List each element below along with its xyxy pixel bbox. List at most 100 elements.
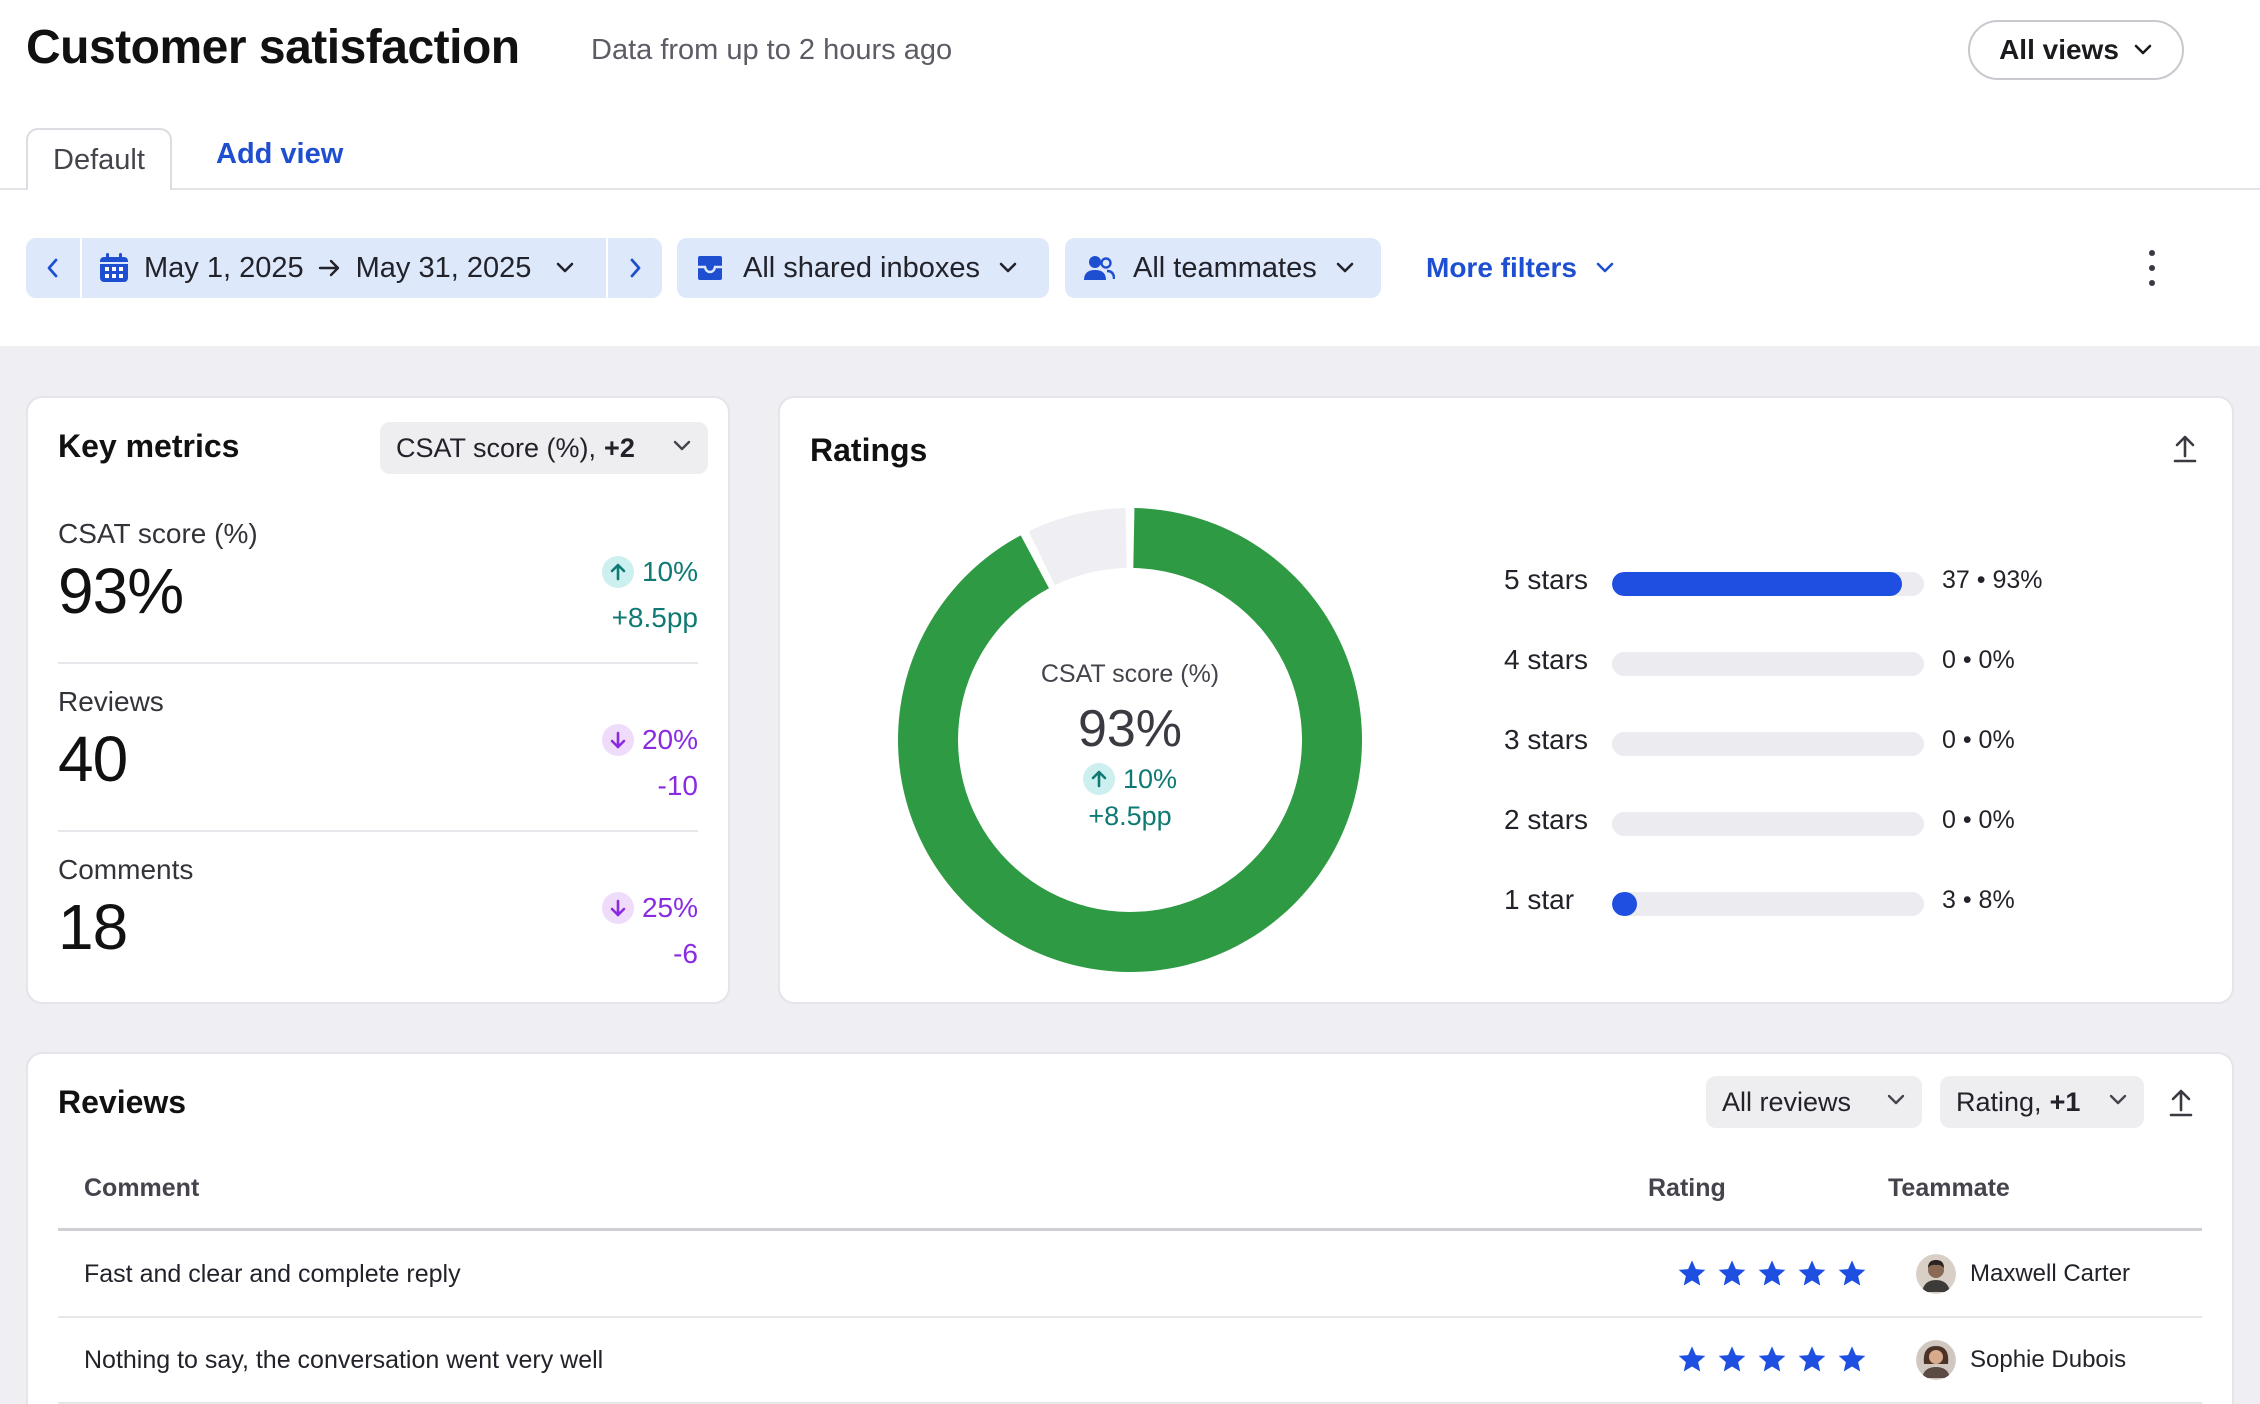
donut-delta: 10% xyxy=(1082,763,1178,795)
rating-label: 2 stars xyxy=(1504,804,1589,835)
star-icon xyxy=(1716,1344,1748,1381)
star-icon xyxy=(1836,1258,1868,1295)
metric-value: 40 xyxy=(58,723,128,795)
previous-period-button[interactable] xyxy=(26,238,80,298)
export-icon[interactable] xyxy=(2172,434,2198,464)
star-icon xyxy=(1756,1344,1788,1381)
teammate-name: Maxwell Carter xyxy=(1970,1260,2131,1287)
calendar-icon xyxy=(100,253,128,282)
column-header-rating[interactable]: Rating xyxy=(1648,1174,1726,1203)
teammate-cell: Maxwell Carter xyxy=(1916,1254,2130,1294)
star-icon xyxy=(1836,1344,1868,1381)
arrow-up-icon xyxy=(1082,763,1115,795)
metric-delta: 10% xyxy=(601,556,698,588)
key-metrics-title: Key metrics xyxy=(58,428,240,464)
metric-delta: 25% xyxy=(601,892,698,924)
avatar xyxy=(1916,1254,1956,1294)
star-icon xyxy=(1796,1258,1828,1295)
inbox-icon xyxy=(698,256,722,280)
metrics-selector[interactable]: CSAT score (%), +2 xyxy=(380,422,708,474)
people-icon xyxy=(1084,256,1115,280)
metric-reviews: Reviews 40 20% -10 xyxy=(58,686,698,836)
rating-row-2: 2 stars 0 • 0% xyxy=(1504,802,2124,842)
more-filters-label: More filters xyxy=(1426,252,1577,283)
review-comment: Nothing to say, the conversation went ve… xyxy=(84,1346,604,1374)
table-row[interactable]: Nothing to say, the conversation went ve… xyxy=(58,1318,2202,1404)
star-icon xyxy=(1756,1258,1788,1295)
donut-center: CSAT score (%) 93% 10% +8.5pp xyxy=(898,508,1362,972)
teammates-filter-label: All teammates xyxy=(1133,251,1317,284)
metric-delta: 20% xyxy=(601,724,698,756)
rating-row-1: 1 star 3 • 8% xyxy=(1504,882,2124,922)
column-header-teammate[interactable]: Teammate xyxy=(1888,1174,2010,1203)
metric-value: 93% xyxy=(58,555,184,627)
donut-value: 93% xyxy=(1077,700,1183,758)
tab-default[interactable]: Default xyxy=(26,128,172,190)
donut-label: CSAT score (%) xyxy=(1040,660,1220,688)
chevron-left-icon xyxy=(47,258,58,278)
donut-delta-abs: +8.5pp xyxy=(1088,801,1172,831)
reviews-sort-label: Rating, xyxy=(1956,1086,2042,1117)
rating-value: 0 • 0% xyxy=(1942,726,2015,754)
rating-label: 5 stars xyxy=(1504,564,1589,595)
rating-bar-fill xyxy=(1612,572,1903,596)
metric-divider xyxy=(58,830,698,832)
reviews-sort-select[interactable]: Rating, +1 xyxy=(1940,1076,2144,1128)
rating-bar-track xyxy=(1612,892,1924,916)
teammates-filter[interactable]: All teammates xyxy=(1065,238,1381,298)
tabs-divider xyxy=(0,188,2260,190)
rating-value: 0 • 0% xyxy=(1942,646,2015,674)
tab-add-view[interactable]: Add view xyxy=(216,138,343,171)
chevron-down-icon xyxy=(2134,44,2152,55)
rating-value: 37 • 93% xyxy=(1942,566,2043,594)
arrow-down-icon xyxy=(601,892,634,924)
all-views-button[interactable]: All views xyxy=(1968,20,2184,80)
next-period-button[interactable] xyxy=(608,238,662,298)
reviews-card: Reviews All reviews Rating, +1 Comment R… xyxy=(26,1052,2234,1404)
metric-delta-abs: -10 xyxy=(657,770,698,801)
metric-csat: CSAT score (%) 93% 10% +8.5pp xyxy=(58,518,698,668)
chevron-down-icon xyxy=(1336,262,1354,273)
metric-delta-value: 10% xyxy=(641,556,698,587)
table-header-divider xyxy=(58,1228,2202,1231)
rating-label: 3 stars xyxy=(1504,724,1589,755)
rating-label: 1 star xyxy=(1504,884,1575,915)
chevron-down-icon xyxy=(1596,262,1614,273)
rating-row-4: 4 stars 0 • 0% xyxy=(1504,642,2124,682)
arrow-right-icon xyxy=(318,259,339,277)
inbox-filter[interactable]: All shared inboxes xyxy=(677,238,1049,298)
chevron-right-icon xyxy=(630,258,641,278)
arrow-up-icon xyxy=(601,556,634,588)
reviews-filter-select[interactable]: All reviews xyxy=(1706,1076,1922,1128)
metric-delta-value: 20% xyxy=(641,724,698,755)
metric-label: CSAT score (%) xyxy=(58,518,258,549)
data-freshness-note: Data from up to 2 hours ago xyxy=(591,34,953,66)
chevron-down-icon xyxy=(673,440,691,451)
donut-delta-value: 10% xyxy=(1122,763,1178,794)
metric-comments: Comments 18 25% -6 xyxy=(58,854,698,994)
teammate-cell: Sophie Dubois xyxy=(1916,1340,2126,1380)
more-filters-button[interactable]: More filters xyxy=(1426,252,1615,284)
metric-label: Reviews xyxy=(58,686,164,717)
rating-bar-track xyxy=(1612,572,1924,596)
all-views-label: All views xyxy=(1999,34,2119,65)
more-options-icon[interactable] xyxy=(2144,250,2160,286)
key-metrics-card: Key metrics CSAT score (%), +2 CSAT scor… xyxy=(26,396,730,1004)
star-icon xyxy=(1676,1258,1708,1295)
date-range-picker[interactable]: May 1, 2025 May 31, 2025 xyxy=(82,252,606,285)
star-icon xyxy=(1676,1344,1708,1381)
chevron-down-icon xyxy=(1887,1094,1905,1105)
date-range-filter: May 1, 2025 May 31, 2025 xyxy=(26,238,662,298)
table-row[interactable]: Fast and clear and complete reply Maxwel… xyxy=(58,1232,2202,1318)
metric-divider xyxy=(58,662,698,664)
rating-bar-track xyxy=(1612,652,1924,676)
rating-row-5: 5 stars 37 • 93% xyxy=(1504,562,2124,602)
column-header-comment[interactable]: Comment xyxy=(84,1174,199,1203)
chevron-down-icon xyxy=(2109,1094,2127,1105)
star-rating xyxy=(1676,1258,1868,1295)
rating-bar-track xyxy=(1612,812,1924,836)
export-icon[interactable] xyxy=(2168,1088,2194,1118)
metric-delta-abs: -6 xyxy=(673,938,698,969)
rating-value: 3 • 8% xyxy=(1942,886,2015,914)
reviews-title: Reviews xyxy=(58,1084,187,1120)
